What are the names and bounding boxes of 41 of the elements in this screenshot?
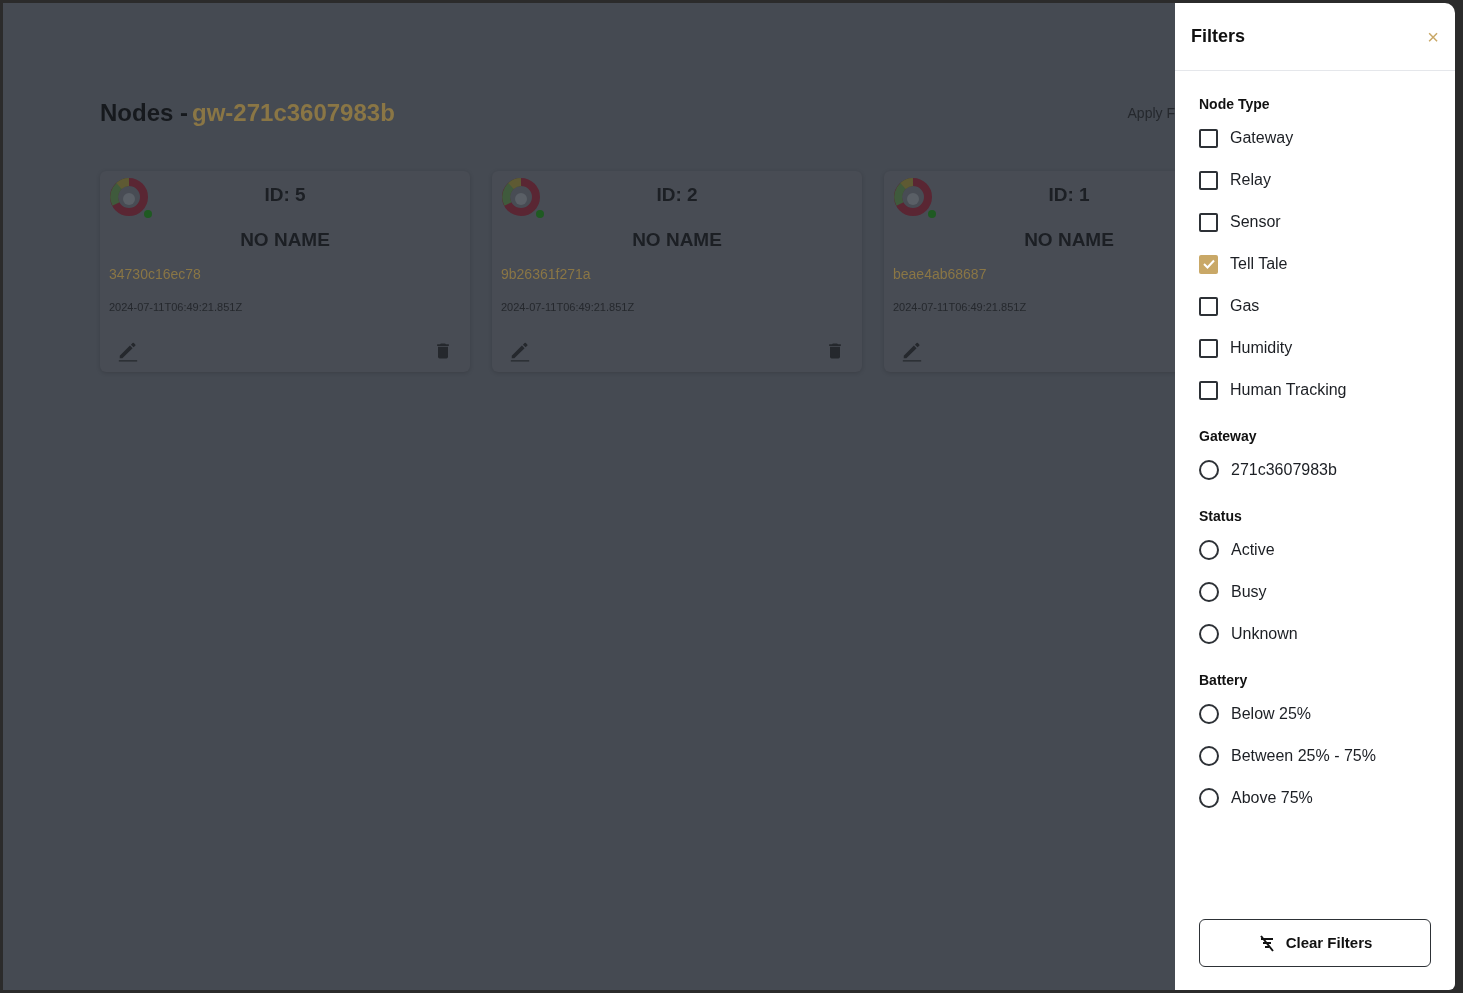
radio-button[interactable] — [1199, 460, 1219, 480]
checkbox[interactable] — [1199, 338, 1218, 358]
filter-off-icon — [1257, 934, 1276, 952]
checkmark-icon — [1201, 257, 1216, 271]
option-label: Gas — [1230, 296, 1260, 316]
checkbox[interactable] — [1199, 380, 1218, 400]
close-button[interactable]: × — [1427, 26, 1439, 47]
option-label: Tell Tale — [1230, 254, 1288, 274]
option-label: Above 75% — [1231, 788, 1313, 808]
option-label: Between 25% - 75% — [1231, 746, 1376, 766]
checkbox[interactable] — [1199, 254, 1218, 274]
checkbox[interactable] — [1199, 128, 1218, 148]
node-address: 9b26361f271a — [501, 266, 591, 282]
radio-button[interactable] — [1199, 624, 1219, 644]
option-label: Human Tracking — [1230, 380, 1347, 400]
checkbox[interactable] — [1199, 212, 1218, 232]
option-label: Below 25% — [1231, 704, 1312, 724]
section-title: Gateway — [1199, 426, 1257, 446]
option-label: Sensor — [1230, 212, 1281, 232]
radio-button[interactable] — [1199, 788, 1219, 808]
option-label: Humidity — [1230, 338, 1293, 358]
option-label: Active — [1231, 540, 1275, 560]
section-title: Status — [1199, 506, 1242, 526]
option-label: Busy — [1231, 582, 1267, 602]
option-label: Unknown — [1231, 624, 1298, 644]
clear-filters-button[interactable]: Clear Filters — [1199, 919, 1431, 967]
radio-button[interactable] — [1199, 704, 1219, 724]
checkbox[interactable] — [1199, 170, 1218, 190]
section-title: Battery — [1199, 670, 1248, 690]
drawer-title: Filters — [1191, 25, 1246, 48]
node-address: 34730c16ec78 — [109, 266, 201, 282]
section-title: Node Type — [1199, 94, 1270, 114]
checkbox[interactable] — [1199, 296, 1218, 316]
gateway-id: gw-271c3607983b — [192, 98, 395, 128]
node-address: beae4ab68687 — [893, 266, 987, 282]
option-label: Relay — [1230, 170, 1271, 190]
radio-button[interactable] — [1199, 582, 1219, 602]
radio-button[interactable] — [1199, 746, 1219, 766]
option-label: 271c3607983b — [1231, 460, 1337, 480]
option-label: Gateway — [1230, 128, 1294, 148]
radio-button[interactable] — [1199, 540, 1219, 560]
